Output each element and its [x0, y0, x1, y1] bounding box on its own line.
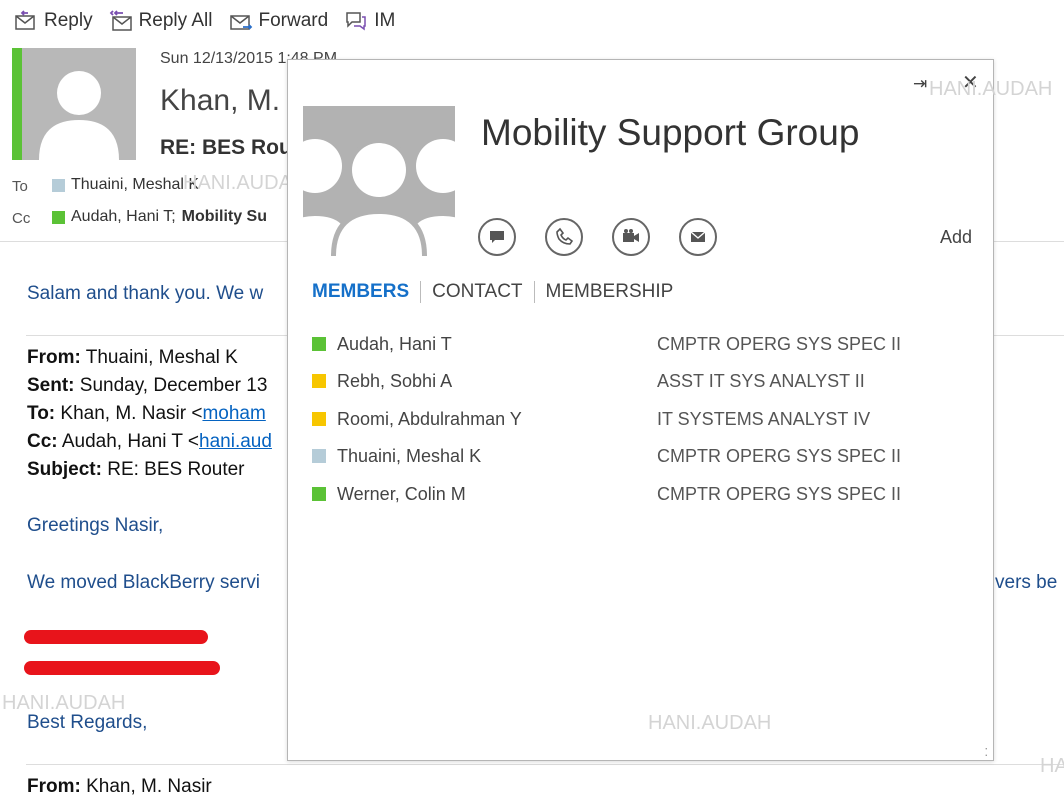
reply-all-button[interactable]: Reply All — [109, 10, 213, 32]
card-tabs: MEMBERS CONTACT MEMBERSHIP — [312, 281, 673, 303]
message-subject: RE: BES Rou — [160, 136, 292, 159]
forward-label: Forward — [258, 10, 329, 31]
message-toolbar: Reply Reply All Forward IM — [14, 10, 395, 32]
presence-indicator — [312, 412, 326, 426]
quoted-from-label: From: — [27, 347, 81, 368]
cc-recipients[interactable]: Audah, Hani T; Mobility Su — [52, 208, 267, 226]
member-title: CMPTR OPERG SYS SPEC II — [657, 333, 902, 354]
member-title: ASST IT SYS ANALYST II — [657, 370, 865, 391]
quoted-to-line: To: Khan, M. Nasir <moham — [27, 403, 266, 425]
member-title: CMPTR OPERG SYS SPEC II — [657, 445, 902, 466]
member-title: IT SYSTEMS ANALYST IV — [657, 408, 871, 429]
group-avatar — [303, 106, 455, 256]
member-row[interactable]: Rebh, Sobhi A ASST IT SYS ANALYST II — [312, 367, 972, 395]
quoted-cc-email-link[interactable]: hani.aud — [199, 431, 272, 452]
email-icon — [690, 231, 706, 242]
tab-separator — [533, 281, 535, 303]
member-row[interactable]: Audah, Hani T CMPTR OPERG SYS SPEC II — [312, 330, 972, 358]
quoted-from-value: Thuaini, Meshal K — [80, 347, 238, 368]
tab-separator — [420, 281, 422, 303]
member-name: Audah, Hani T — [337, 333, 452, 354]
presence-indicator — [312, 487, 326, 501]
member-name: Roomi, Abdulrahman Y — [337, 408, 522, 429]
video-call-button[interactable] — [612, 218, 650, 256]
quoted-subject-value: RE: BES Router — [101, 459, 245, 480]
quoted-to-value: Khan, M. Nasir < — [55, 403, 203, 424]
member-title: CMPTR OPERG SYS SPEC II — [657, 483, 902, 504]
cc-recipient-name: Audah, Hani T; — [71, 208, 176, 225]
presence-offline-indicator — [52, 178, 65, 192]
quoted-cc-value: Audah, Hani T < — [57, 431, 200, 452]
body-salam-line: Salam and thank you. We w — [27, 283, 264, 304]
member-row[interactable]: Werner, Colin M CMPTR OPERG SYS SPEC II — [312, 480, 972, 508]
presence-available-indicator — [52, 210, 65, 224]
contact-card-popup: Mobility Support Group ⇥ ✕ Add MEMBERS C… — [287, 59, 1052, 761]
quoted-from-line-2: From: Khan, M. Nasir — [27, 776, 212, 798]
watermark: HA — [1040, 755, 1064, 777]
reply-all-icon — [109, 10, 132, 31]
quoted-from-value-2: Khan, M. Nasir — [80, 776, 212, 797]
member-name: Thuaini, Meshal K — [337, 445, 482, 466]
phone-icon — [556, 227, 574, 245]
video-icon — [623, 229, 639, 242]
member-name: Werner, Colin M — [337, 483, 466, 504]
body-moved-line-tail: vers be — [995, 572, 1058, 593]
group-name: Mobility Support Group — [481, 112, 860, 153]
member-name: Rebh, Sobhi A — [337, 370, 453, 391]
tab-members[interactable]: MEMBERS — [312, 281, 409, 303]
reply-all-label: Reply All — [138, 10, 213, 31]
watermark: HANI.AUDAH — [2, 692, 126, 714]
member-row[interactable]: Roomi, Abdulrahman Y IT SYSTEMS ANALYST … — [312, 405, 972, 433]
quoted-cc-line: Cc: Audah, Hani T <hani.aud — [27, 431, 272, 453]
body-regards: Best Regards, — [27, 712, 148, 733]
quoted-to-label: To: — [27, 403, 56, 424]
quoted-sent-value: Sunday, December 13 — [74, 375, 268, 396]
chat-button[interactable] — [478, 218, 516, 256]
to-recipient[interactable]: Thuaini, Meshal K — [52, 176, 199, 194]
reply-label: Reply — [44, 10, 93, 31]
to-recipient-name: Thuaini, Meshal K — [71, 176, 200, 193]
quoted-cc-label: Cc: — [27, 431, 58, 452]
quoted-sent-line: Sent: Sunday, December 13 — [27, 375, 267, 397]
call-button[interactable] — [545, 218, 583, 256]
watermark: HANI.AUDAH — [929, 78, 1053, 100]
sender-name[interactable]: Khan, M. — [160, 84, 280, 118]
pin-icon[interactable]: ⇥ — [913, 74, 927, 94]
im-label: IM — [374, 10, 396, 31]
presence-indicator — [312, 337, 326, 351]
presence-indicator — [312, 374, 326, 388]
quoted-from-label-2: From: — [27, 776, 81, 797]
quoted-from-line: From: Thuaini, Meshal K — [27, 347, 238, 369]
body-greeting: Greetings Nasir, — [27, 515, 164, 536]
to-label: To — [12, 178, 28, 195]
resize-grip[interactable]: ⁚ — [985, 748, 989, 759]
add-button[interactable]: Add — [940, 227, 972, 248]
quoted-subject-line: Subject: RE: BES Router — [27, 459, 245, 481]
cc-label: Cc — [12, 210, 31, 227]
redaction-mark — [24, 630, 208, 644]
quote-divider — [26, 764, 1064, 765]
sender-presence-bar — [12, 48, 22, 160]
reply-icon — [15, 10, 35, 30]
im-button[interactable]: IM — [344, 10, 395, 32]
cc-group-name[interactable]: Mobility Su — [182, 208, 267, 226]
redaction-mark — [24, 661, 220, 675]
tab-membership[interactable]: MEMBERSHIP — [546, 281, 674, 303]
chat-icon — [490, 231, 504, 243]
forward-button[interactable]: Forward — [229, 10, 329, 32]
im-icon — [346, 12, 366, 31]
quoted-subject-label: Subject: — [27, 459, 102, 480]
reply-button[interactable]: Reply — [14, 10, 93, 32]
quoted-sent-label: Sent: — [27, 375, 75, 396]
sender-avatar[interactable] — [22, 48, 136, 160]
member-row[interactable]: Thuaini, Meshal K CMPTR OPERG SYS SPEC I… — [312, 442, 972, 470]
watermark: HANI.AUDAH — [648, 712, 772, 734]
forward-icon — [229, 15, 252, 30]
email-button[interactable] — [679, 218, 717, 256]
body-moved-line: We moved BlackBerry servi — [27, 572, 260, 593]
tab-contact[interactable]: CONTACT — [432, 281, 522, 303]
presence-indicator — [312, 449, 326, 463]
quoted-to-email-link[interactable]: moham — [202, 403, 265, 424]
